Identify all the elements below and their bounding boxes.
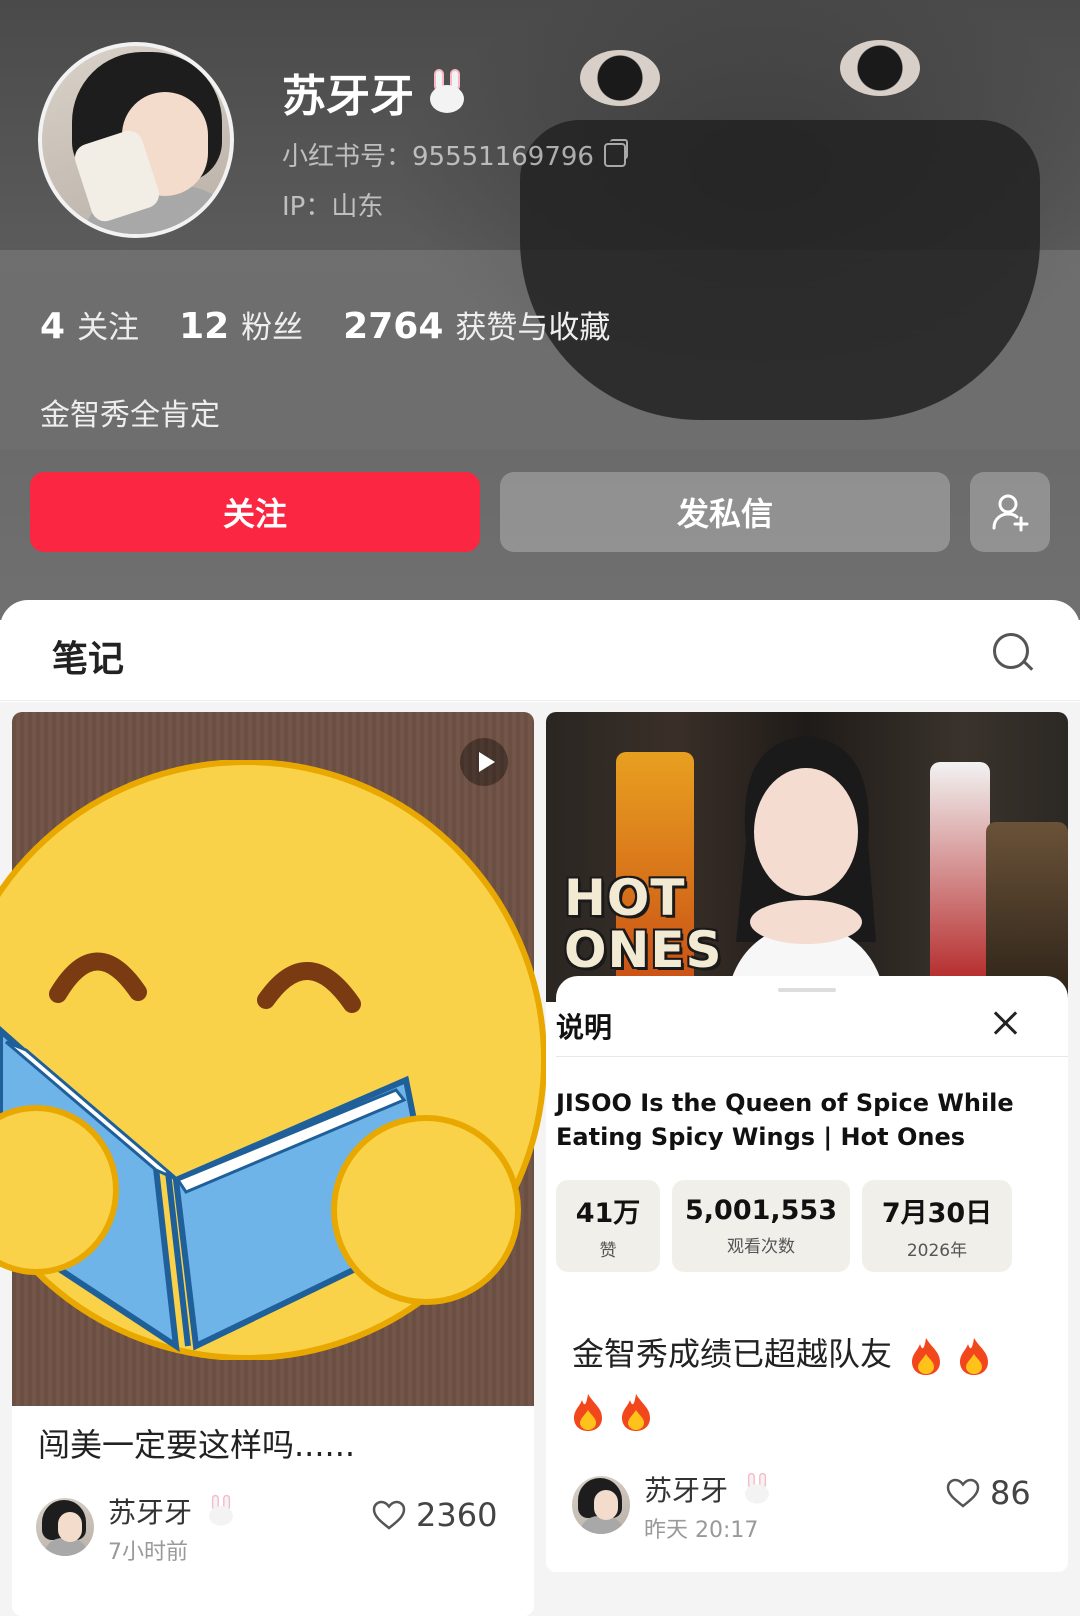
notes-tabbar: 笔记 (0, 600, 1080, 701)
profile-id-row: 小红书号：95551169796 (282, 136, 628, 173)
fire-icon (960, 1338, 989, 1375)
stat-following[interactable]: 4 关注 (40, 302, 139, 347)
search-icon[interactable] (993, 633, 1029, 669)
note-author[interactable]: 苏牙牙 7小时前 (36, 1488, 244, 1566)
author-name: 苏牙牙 (108, 1496, 193, 1529)
note-cover: HOT ONES (546, 712, 1068, 1002)
stat-likes-collects[interactable]: 2764 获赞与收藏 (343, 302, 610, 347)
profile-ip: IP：山东 (282, 192, 384, 222)
stat-chip-date: 7月30日 2026年 (862, 1180, 1012, 1272)
divider (556, 1056, 1068, 1057)
note-title: 闯美一定要这样吗...... (38, 1426, 356, 1464)
message-button[interactable]: 发私信 (500, 472, 950, 552)
heart-icon (372, 1500, 406, 1530)
add-friend-icon (992, 494, 1029, 532)
profile-id: 小红书号：95551169796 (282, 142, 594, 172)
tab-notes[interactable]: 笔记 (52, 630, 124, 682)
copy-icon[interactable] (603, 138, 628, 167)
close-icon[interactable] (992, 1010, 1018, 1036)
header-background-eye (840, 40, 920, 96)
profile-avatar[interactable] (38, 42, 234, 238)
hot-ones-logo: HOT ONES (564, 869, 723, 979)
sheet-title: 说明 (556, 1011, 613, 1044)
reading-emoji-sticker (0, 760, 547, 1360)
bunny-icon (205, 1494, 237, 1527)
bunny-icon (741, 1472, 773, 1505)
stat-followers[interactable]: 12 粉丝 (179, 302, 303, 347)
heart-icon (946, 1478, 980, 1508)
add-friend-button[interactable] (970, 472, 1050, 552)
hot-sauce-bottle (930, 762, 990, 1002)
like-button[interactable]: 86 (946, 1474, 1031, 1512)
note-time: 7小时前 (108, 1540, 188, 1565)
sheet-drag-handle[interactable] (778, 988, 836, 992)
avatar (36, 1498, 94, 1556)
fire-icon (574, 1394, 602, 1431)
bunny-icon (424, 69, 470, 115)
author-name: 苏牙牙 (644, 1474, 729, 1507)
avatar (572, 1476, 630, 1534)
guest-photo (726, 736, 886, 1002)
profile-name-row: 苏牙牙 (282, 60, 470, 124)
profile-header: 苏牙牙 小红书号：95551169796 IP：山东 4 关注 12 粉丝 2764… (0, 0, 1080, 620)
profile-bio: 金智秀全肯定 (40, 398, 220, 433)
note-card[interactable]: HOT ONES 说明 JISOO Is the Queen of Spice … (546, 712, 1068, 1572)
like-count: 86 (990, 1474, 1031, 1512)
follow-button[interactable]: 关注 (30, 472, 480, 552)
fire-icon (912, 1338, 941, 1375)
description-sheet: 说明 JISOO Is the Queen of Spice While Eat… (556, 976, 1068, 1286)
stat-chip-views: 5,001,553 观看次数 (672, 1180, 850, 1272)
fire-icon (622, 1394, 650, 1431)
note-time: 昨天 20:17 (644, 1518, 759, 1543)
profile-name: 苏牙牙 (282, 71, 414, 122)
video-stats: 41万 赞 5,001,553 观看次数 7月30日 2026年 (556, 1180, 1012, 1272)
header-background-eye (580, 50, 660, 106)
note-author[interactable]: 苏牙牙 昨天 20:17 (572, 1466, 780, 1544)
video-title: JISOO Is the Queen of Spice While Eating… (556, 1089, 1014, 1151)
hot-sauce-bottle (986, 822, 1068, 1002)
like-count: 2360 (416, 1496, 498, 1534)
like-button[interactable]: 2360 (372, 1496, 497, 1534)
stat-chip-likes: 41万 赞 (556, 1180, 660, 1272)
profile-stats: 4 关注 12 粉丝 2764 获赞与收藏 (40, 302, 610, 347)
note-title: 金智秀成绩已超越队友 (572, 1326, 1032, 1438)
